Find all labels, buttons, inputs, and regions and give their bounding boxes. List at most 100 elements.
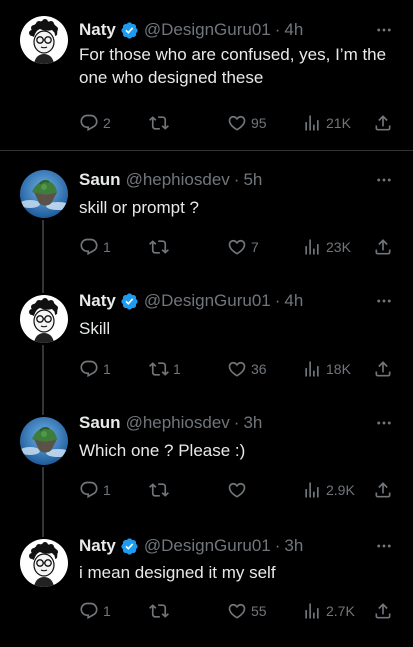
retweet-button[interactable] [149,600,173,622]
separator-dot: · [274,20,281,39]
more-icon [375,414,393,432]
display-name[interactable]: Naty [79,536,116,556]
timestamp[interactable]: 3h [243,413,262,433]
view-count: 21K [326,115,351,131]
display-name[interactable]: Saun [79,170,121,190]
retweet-button[interactable] [149,479,173,501]
more-icon [375,292,393,310]
more-options-button[interactable] [373,19,395,41]
avatar[interactable] [20,170,68,218]
share-button[interactable] [373,112,393,134]
reply-count: 1 [103,361,111,377]
timestamp[interactable]: 3h [284,536,303,556]
views-button[interactable]: 23K [302,236,351,258]
view-count: 18K [326,361,351,377]
heart-icon [227,601,247,621]
bar-chart-icon [302,480,322,500]
retweet-icon [149,601,169,621]
reply-button[interactable]: 1 [79,236,111,258]
views-button[interactable]: 18K [302,358,351,380]
reply-icon [79,237,99,257]
tweet[interactable]: Saun @hephiosdev · 3h Which one ? Please :) 1… [0,405,413,525]
like-count: 55 [251,603,267,619]
views-button[interactable]: 2.7K [302,600,355,622]
separator-dot: · [274,291,281,310]
display-name[interactable]: Saun [79,413,121,433]
share-button[interactable] [373,236,393,258]
bar-chart-icon [302,601,322,621]
display-name[interactable]: Naty [79,20,116,40]
reply-button[interactable]: 1 [79,358,111,380]
tweet[interactable]: Naty @DesignGuru01 · 4h Skill 1 1 36 18K [0,283,413,403]
action-bar: 2 95 21K [79,112,397,134]
view-count: 23K [326,239,351,255]
tweet-header: Naty @DesignGuru01 · 3h [79,535,303,557]
user-handle[interactable]: @DesignGuru01 [144,536,271,556]
bar-chart-icon [302,113,322,133]
like-button[interactable]: 55 [227,600,267,622]
verified-badge-icon [120,292,139,311]
timestamp[interactable]: 4h [284,20,303,40]
separator-dot: · [233,170,240,189]
reply-button[interactable]: 1 [79,600,111,622]
reply-button[interactable]: 1 [79,479,111,501]
retweet-button[interactable] [149,112,173,134]
verified-badge-icon [120,21,139,40]
reply-button[interactable]: 2 [79,112,111,134]
tweet-text: Which one ? Please :) [79,441,246,460]
reply-icon [79,601,99,621]
more-options-button[interactable] [373,412,395,434]
more-options-button[interactable] [373,535,395,557]
separator-dot: · [233,413,240,432]
like-button[interactable]: 95 [227,112,267,134]
share-icon [373,601,393,621]
more-options-button[interactable] [373,290,395,312]
views-button[interactable]: 2.9K [302,479,355,501]
retweet-icon [149,480,169,500]
user-handle[interactable]: @hephiosdev [126,413,230,433]
timestamp[interactable]: 5h [243,170,262,190]
share-button[interactable] [373,358,393,380]
more-icon [375,537,393,555]
like-button[interactable]: 36 [227,358,267,380]
retweet-button[interactable]: 1 [149,358,181,380]
more-icon [375,171,393,189]
tweet-header: Naty @DesignGuru01 · 4h [79,290,303,312]
more-icon [375,21,393,39]
like-count: 36 [251,361,267,377]
tweet[interactable]: Saun @hephiosdev · 5h skill or prompt ? 1 7 23K [0,158,413,278]
user-handle[interactable]: @hephiosdev [126,170,230,190]
reply-icon [79,359,99,379]
like-count: 7 [251,239,259,255]
share-icon [373,480,393,500]
tweet[interactable]: Naty @DesignGuru01 · 3h i mean designed it m… [0,527,413,647]
action-bar: 1 1 36 18K [79,358,397,380]
like-button[interactable] [227,479,251,501]
tweet-header: Saun @hephiosdev · 5h [79,169,262,191]
timestamp[interactable]: 4h [284,291,303,311]
heart-icon [227,237,247,257]
tweet[interactable]: Naty @DesignGuru01 · 4h For those who are co… [0,0,413,120]
avatar[interactable] [20,539,68,587]
avatar[interactable] [20,295,68,343]
share-button[interactable] [373,479,393,501]
separator-dot: · [274,536,281,555]
share-button[interactable] [373,600,393,622]
avatar[interactable] [20,417,68,465]
share-icon [373,113,393,133]
user-handle[interactable]: @DesignGuru01 [144,291,271,311]
retweet-count: 1 [173,361,181,377]
like-count: 95 [251,115,267,131]
reply-icon [79,480,99,500]
tweet-header: Saun @hephiosdev · 3h [79,412,262,434]
user-handle[interactable]: @DesignGuru01 [144,20,271,40]
like-button[interactable]: 7 [227,236,259,258]
more-options-button[interactable] [373,169,395,191]
avatar[interactable] [20,16,68,64]
display-name[interactable]: Naty [79,291,116,311]
share-icon [373,237,393,257]
retweet-button[interactable] [149,236,173,258]
views-button[interactable]: 21K [302,112,351,134]
view-count: 2.7K [326,603,355,619]
tweet-divider [0,150,413,151]
